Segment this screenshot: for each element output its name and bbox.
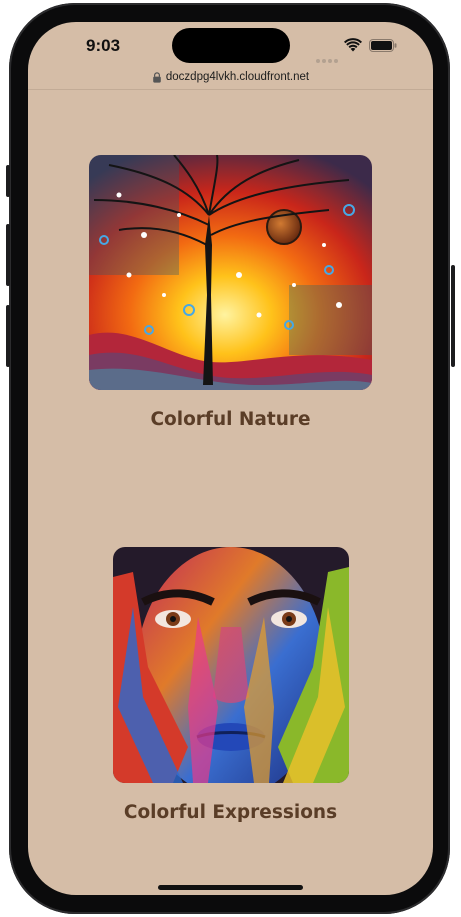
url-text: doczdpg4lvkh.cloudfront.net bbox=[165, 71, 310, 83]
painted-face-photo[interactable] bbox=[112, 547, 349, 783]
gallery-caption: Colorful Nature bbox=[150, 409, 311, 430]
gallery-item: Colorful Nature bbox=[28, 155, 433, 430]
gallery-caption: Colorful Expressions bbox=[123, 802, 338, 823]
dynamic-island bbox=[172, 28, 290, 63]
url-divider bbox=[28, 89, 433, 90]
lock-icon bbox=[153, 71, 161, 83]
tree-night-painting[interactable] bbox=[89, 155, 372, 390]
power-button bbox=[451, 265, 455, 367]
battery-icon bbox=[369, 39, 397, 52]
screen: 9:03 doczdpg4lvkh.cloudfront.net Colorfu… bbox=[28, 22, 433, 895]
gallery-item: Colorful Expressions bbox=[28, 547, 433, 823]
signal-dots-icon bbox=[316, 48, 340, 67]
wifi-icon bbox=[344, 38, 362, 52]
volume-up-button bbox=[6, 224, 10, 286]
status-time: 9:03 bbox=[86, 36, 121, 55]
home-indicator[interactable] bbox=[158, 885, 303, 890]
silent-switch bbox=[6, 165, 10, 197]
url-bar[interactable]: doczdpg4lvkh.cloudfront.net bbox=[28, 66, 433, 88]
volume-down-button bbox=[6, 305, 10, 367]
